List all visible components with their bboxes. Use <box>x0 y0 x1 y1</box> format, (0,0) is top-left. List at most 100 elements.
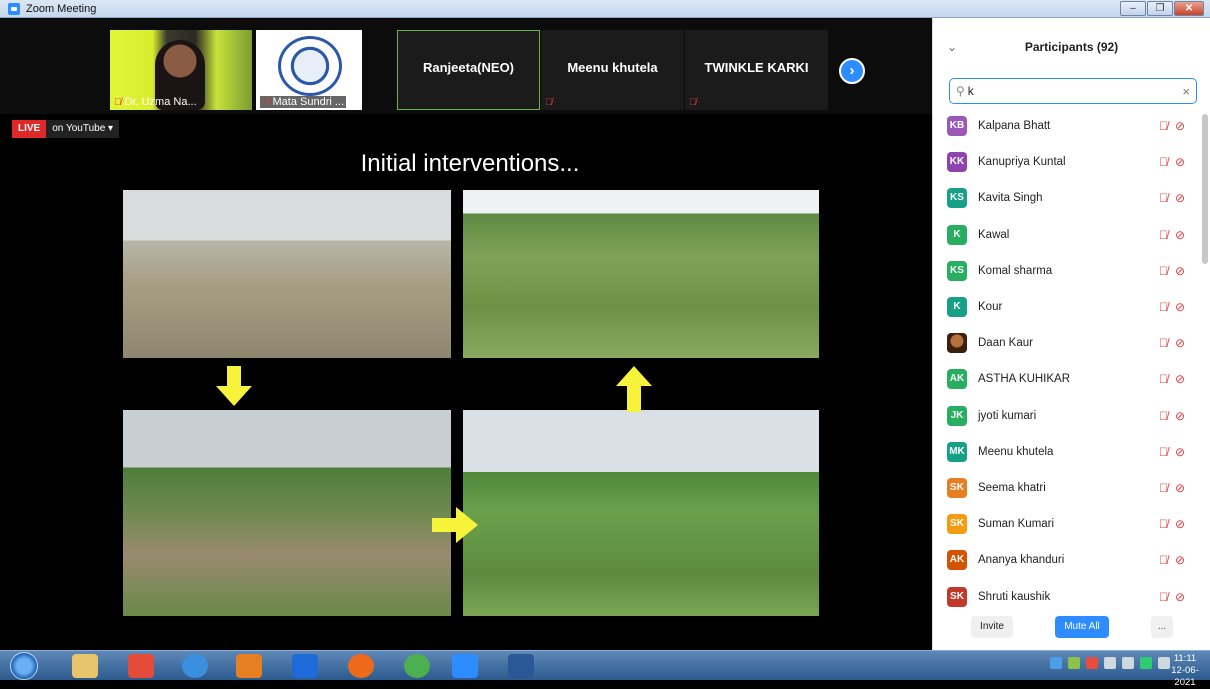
mic-muted-icon[interactable]: 🎙̸ <box>1159 191 1168 205</box>
participant-row[interactable]: KS Komal sharma 🎙̸ ⊘ <box>933 253 1201 289</box>
avatar: JK <box>947 405 967 426</box>
video-off-icon[interactable]: ⊘ <box>1175 372 1185 386</box>
video-tile-participant[interactable]: Ranjeeta(NEO) <box>397 30 540 110</box>
network-icon[interactable] <box>1104 657 1116 669</box>
zoom-taskbar-icon[interactable] <box>452 654 478 678</box>
participant-search-box[interactable]: ⚲ × <box>949 78 1197 104</box>
app-icon[interactable] <box>128 654 154 678</box>
video-off-icon[interactable]: ⊘ <box>1175 264 1185 278</box>
media-player-icon[interactable] <box>236 654 262 678</box>
restore-button[interactable]: ❐ <box>1147 1 1173 16</box>
firefox-icon[interactable] <box>348 654 374 678</box>
participant-row[interactable]: AK ASTHA KUHIKAR 🎙̸ ⊘ <box>933 361 1201 397</box>
more-options-button[interactable]: ... <box>1151 616 1173 638</box>
mic-muted-icon[interactable]: 🎙̸ <box>1159 409 1168 423</box>
video-off-icon[interactable]: ⊘ <box>1175 409 1185 423</box>
participant-row[interactable]: K Kawal 🎙̸ ⊘ <box>933 217 1201 253</box>
panel-header: ⌄ Participants (92) <box>933 18 1210 74</box>
mic-muted-icon: 🎙̸ <box>262 96 270 108</box>
tray-icon[interactable] <box>1086 657 1098 669</box>
video-off-icon[interactable]: ⊘ <box>1175 517 1185 531</box>
close-button[interactable]: ✕ <box>1174 1 1204 16</box>
mic-muted-icon[interactable]: 🎙̸ <box>1159 228 1168 242</box>
mic-muted-icon[interactable]: 🎙̸ <box>1159 517 1168 531</box>
participant-name: Kavita Singh <box>978 192 1043 205</box>
panel-footer: Invite Mute All ... <box>933 616 1210 642</box>
participant-row[interactable]: SK Suman Kumari 🎙̸ ⊘ <box>933 506 1201 542</box>
mute-all-button[interactable]: Mute All <box>1055 616 1109 638</box>
video-off-icon[interactable]: ⊘ <box>1175 155 1185 169</box>
slide-title: Initial interventions... <box>360 150 580 177</box>
tile-name-label: Ranjeeta(NEO) <box>422 60 515 75</box>
participant-row[interactable]: AK Ananya khanduri 🎙̸ ⊘ <box>933 542 1201 578</box>
start-button[interactable] <box>10 652 38 680</box>
college-logo-icon <box>278 36 342 96</box>
participant-row[interactable]: KB Kalpana Bhatt 🎙̸ ⊘ <box>933 108 1201 144</box>
windows-taskbar: 11:11 12-06-2021 <box>0 650 1210 688</box>
tray-icon[interactable] <box>1068 657 1080 669</box>
mic-muted-icon: 🎙̸ <box>545 97 553 108</box>
mic-muted-icon[interactable]: 🎙̸ <box>1159 445 1168 459</box>
mic-muted-icon[interactable]: 🎙̸ <box>1159 264 1168 278</box>
mic-muted-icon[interactable]: 🎙̸ <box>1159 336 1168 350</box>
participant-name: Kour <box>978 301 1003 314</box>
q-icon[interactable] <box>1140 657 1152 669</box>
participant-status-icons: 🎙̸ ⊘ <box>1159 300 1185 314</box>
participant-row[interactable]: KS Kavita Singh 🎙̸ ⊘ <box>933 180 1201 216</box>
video-off-icon[interactable]: ⊘ <box>1175 590 1185 604</box>
window-controls: – ❐ ✕ <box>1120 1 1204 16</box>
participant-row[interactable]: SK Shruti kaushik 🎙̸ ⊘ <box>933 578 1201 614</box>
tray-icon[interactable] <box>1050 657 1062 669</box>
video-off-icon[interactable]: ⊘ <box>1175 191 1185 205</box>
video-off-icon[interactable]: ⊘ <box>1175 553 1185 567</box>
mic-muted-icon[interactable]: 🎙̸ <box>1159 155 1168 169</box>
mic-muted-icon[interactable]: 🎙̸ <box>1159 119 1168 133</box>
internet-explorer-icon[interactable] <box>182 654 208 678</box>
participant-row[interactable]: KK Kanupriya Kuntal 🎙̸ ⊘ <box>933 144 1201 180</box>
mic-muted-icon[interactable]: 🎙̸ <box>1159 553 1168 567</box>
participant-name: Komal sharma <box>978 264 1053 277</box>
bluetooth-icon[interactable] <box>292 654 318 678</box>
participant-row[interactable]: SK Seema khatri 🎙̸ ⊘ <box>933 470 1201 506</box>
avatar: KS <box>947 260 967 281</box>
participant-name: Seema khatri <box>978 481 1046 494</box>
video-off-icon[interactable]: ⊘ <box>1175 228 1185 242</box>
participant-status-icons: 🎙̸ ⊘ <box>1159 445 1185 459</box>
slide-photo-grassland <box>463 190 819 358</box>
participant-row[interactable]: K Kour 🎙̸ ⊘ <box>933 289 1201 325</box>
live-stream-badge[interactable]: LIVE on YouTube ▾ <box>12 120 120 138</box>
clock[interactable]: 11:11 12-06-2021 <box>1164 653 1206 689</box>
video-off-icon[interactable]: ⊘ <box>1175 445 1185 459</box>
tile-mute-indicator: 🎙̸ <box>545 97 553 108</box>
video-off-icon[interactable]: ⊘ <box>1175 336 1185 350</box>
display-icon[interactable] <box>1122 657 1134 669</box>
participant-row[interactable]: Daan Kaur 🎙̸ ⊘ <box>933 325 1201 361</box>
file-explorer-icon[interactable] <box>72 654 98 678</box>
avatar <box>947 333 967 354</box>
live-platform-dropdown[interactable]: on YouTube ▾ <box>46 120 120 138</box>
tile-name-label: 🎙̸ Mata Sundri ... <box>260 96 347 108</box>
mic-muted-icon[interactable]: 🎙̸ <box>1159 590 1168 604</box>
chrome-icon[interactable] <box>404 654 430 678</box>
video-tile-participant[interactable]: 🎙̸ Dr. Uzma Na... <box>110 30 252 110</box>
next-page-button[interactable]: › <box>839 58 865 84</box>
video-tile-participant[interactable]: TWINKLE KARKI 🎙̸ <box>685 30 828 110</box>
participant-search-input[interactable] <box>967 84 1183 98</box>
word-icon[interactable] <box>508 654 534 678</box>
clear-search-icon[interactable]: × <box>1182 84 1190 99</box>
mic-muted-icon[interactable]: 🎙̸ <box>1159 481 1168 495</box>
video-off-icon[interactable]: ⊘ <box>1175 119 1185 133</box>
invite-button[interactable]: Invite <box>971 616 1013 638</box>
video-off-icon[interactable]: ⊘ <box>1175 300 1185 314</box>
scrollbar[interactable] <box>1202 114 1208 264</box>
video-tile-participant[interactable]: Meenu khutela 🎙̸ <box>541 30 684 110</box>
minimize-button[interactable]: – <box>1120 1 1146 16</box>
mic-muted-icon[interactable]: 🎙̸ <box>1159 300 1168 314</box>
participant-row[interactable]: MK Meenu khutela 🎙̸ ⊘ <box>933 434 1201 470</box>
window-title-bar: Zoom Meeting – ❐ ✕ <box>0 0 1210 18</box>
video-off-icon[interactable]: ⊘ <box>1175 481 1185 495</box>
participant-row[interactable]: JK jyoti kumari 🎙̸ ⊘ <box>933 398 1201 434</box>
video-tile-participant[interactable]: 🎙̸ Mata Sundri ... <box>256 30 362 110</box>
mic-muted-icon[interactable]: 🎙̸ <box>1159 372 1168 386</box>
live-tag: LIVE <box>12 120 47 138</box>
